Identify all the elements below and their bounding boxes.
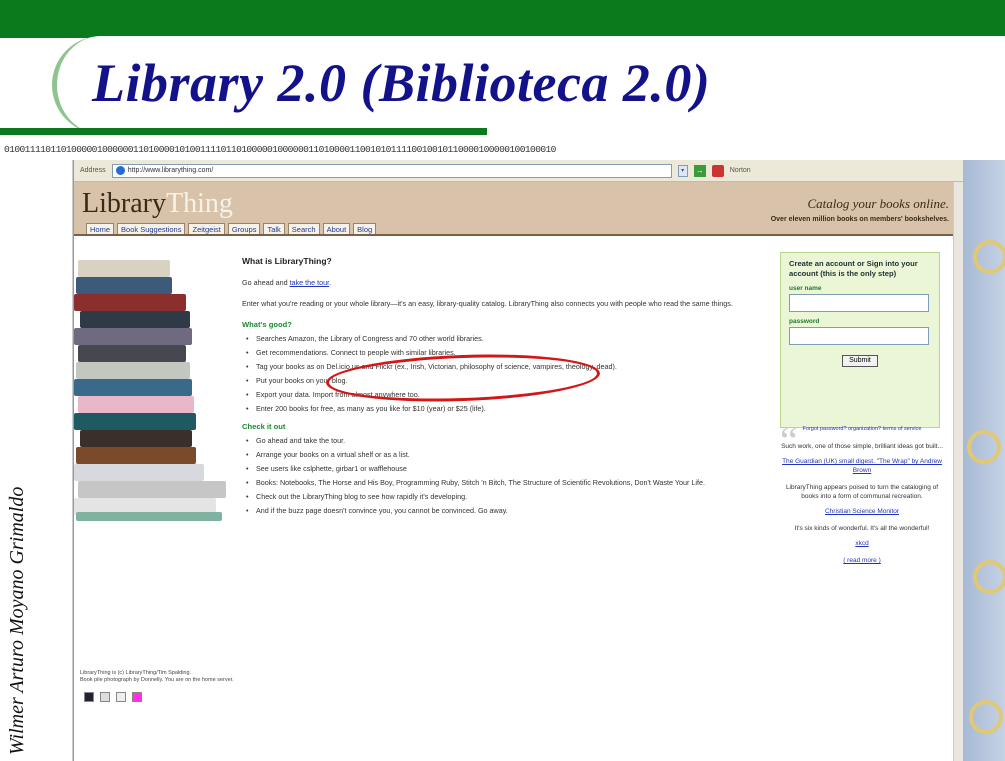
author-credit: Wilmer Arturo Moyano Grimaldo: [6, 486, 28, 755]
book-pile-image: [74, 260, 226, 522]
address-bar: Address http://www.librarything.com/ ▾ →…: [74, 160, 963, 182]
go-icon[interactable]: →: [693, 164, 706, 177]
title-underline: [0, 128, 487, 135]
page-footer: LibraryThing is (c) LibraryThing/Tim Spa…: [80, 670, 234, 684]
check-it-out-heading: Check it out: [242, 422, 286, 431]
quote-attribution[interactable]: xkcd: [780, 539, 944, 548]
slide-title: Library 2.0 (Biblioteca 2.0): [92, 53, 711, 113]
flag-icon[interactable]: [116, 692, 126, 702]
tab-talk[interactable]: Talk: [263, 223, 285, 234]
lt-header: LibraryThing Catalog your books online. …: [74, 182, 963, 236]
description-paragraph: Enter what you're reading or your whole …: [242, 299, 733, 308]
lt-subtagline: Over eleven million books on members' bo…: [770, 216, 949, 223]
vertical-scrollbar[interactable]: [953, 182, 963, 761]
tab-blog[interactable]: Blog: [353, 223, 377, 234]
list-item[interactable]: Go ahead and take the tour.: [246, 436, 762, 446]
feed-icon[interactable]: [100, 692, 110, 702]
tools-icon[interactable]: [132, 692, 142, 702]
list-item: Enter 200 books for free, as many as you…: [246, 404, 762, 414]
intro-text: Go ahead and: [242, 278, 290, 287]
slide: Library 2.0 (Biblioteca 2.0) 01001111011…: [0, 0, 1005, 761]
logo-library: Library: [82, 188, 166, 219]
badge-icon[interactable]: [84, 692, 94, 702]
username-field[interactable]: [789, 294, 929, 312]
lt-logo[interactable]: LibraryThing: [82, 188, 233, 220]
browser-screenshot: Address http://www.librarything.com/ ▾ →…: [73, 160, 963, 761]
forgot-links[interactable]: Forgot password? organization? terms of …: [774, 426, 950, 433]
footer-credits: Book pile photograph by Donnelly. You ar…: [80, 677, 234, 683]
whats-good-heading: What's good?: [242, 320, 292, 329]
footer-icons: [84, 692, 142, 702]
url-field[interactable]: http://www.librarything.com/: [111, 163, 672, 178]
intro-paragraph: Go ahead and take the tour.: [242, 278, 762, 288]
address-label: Address: [80, 167, 106, 174]
quote-text: It's six kinds of wonderful. It's all th…: [794, 525, 930, 532]
tab-home[interactable]: Home: [86, 223, 115, 234]
list-item[interactable]: Arrange your books on a virtual shelf or…: [246, 450, 762, 460]
submit-button[interactable]: Submit: [842, 355, 878, 367]
ie-page-icon: [115, 166, 125, 175]
password-field[interactable]: [789, 327, 929, 345]
binary-strip: 0100111101101000001000000110100001010011…: [4, 144, 556, 155]
quote-attribution[interactable]: The Guardian (UK) small digest. "The Wra…: [780, 457, 944, 475]
toolbar-icon[interactable]: [711, 164, 724, 177]
url-text: http://www.librarything.com/: [127, 167, 214, 174]
signin-title: Create an account or Sign into your acco…: [789, 259, 918, 278]
check-it-out-list: Go ahead and take the tour. Arrange your…: [246, 436, 762, 516]
page-heading: What is LibraryThing?: [242, 256, 332, 266]
tab-zeitgeist[interactable]: Zeitgeist: [188, 223, 225, 234]
password-label: password: [789, 318, 820, 325]
logo-thing: Thing: [165, 188, 233, 219]
lt-nav-tabs: Home Book Suggestions Zeitgeist Groups T…: [86, 223, 377, 234]
tab-about[interactable]: About: [322, 223, 351, 234]
quote-text: Such work, one of those simple, brillian…: [781, 443, 943, 450]
read-more-link[interactable]: ( read more ): [780, 556, 944, 565]
username-label: user name: [789, 285, 822, 292]
quote-text: LibraryThing appears poised to turn the …: [785, 484, 939, 500]
url-dropdown-icon[interactable]: ▾: [677, 164, 688, 177]
intro-end: .: [329, 278, 332, 287]
list-item[interactable]: Check out the LibraryThing blog to see h…: [246, 492, 762, 502]
list-item: Searches Amazon, the Library of Congress…: [246, 334, 762, 344]
list-item[interactable]: Books: Notebooks, The Horse and His Boy,…: [246, 478, 762, 488]
list-item[interactable]: See users like cslphette, girbar1 or waf…: [246, 464, 762, 474]
slide-top-band: [0, 0, 1005, 38]
tab-book-suggestions[interactable]: Book Suggestions: [117, 223, 186, 234]
decorative-side-image: [963, 160, 1005, 761]
toolbar-right-label: Norton: [729, 167, 751, 174]
lt-tagline: Catalog your books online.: [807, 196, 949, 211]
footer-copyright: LibraryThing is (c) LibraryThing/Tim Spa…: [80, 670, 192, 676]
tab-search[interactable]: Search: [287, 223, 320, 234]
tab-groups[interactable]: Groups: [227, 223, 261, 234]
quote-attribution[interactable]: Christian Science Monitor: [780, 507, 944, 516]
press-quotes: “ Such work, one of those simple, brilli…: [780, 421, 944, 573]
list-item[interactable]: And if the buzz page doesn't convince yo…: [246, 506, 762, 516]
signin-box: Create an account or Sign into your acco…: [780, 252, 940, 428]
quote-mark-icon: “: [780, 418, 798, 463]
take-tour-link[interactable]: take the tour: [290, 278, 330, 287]
